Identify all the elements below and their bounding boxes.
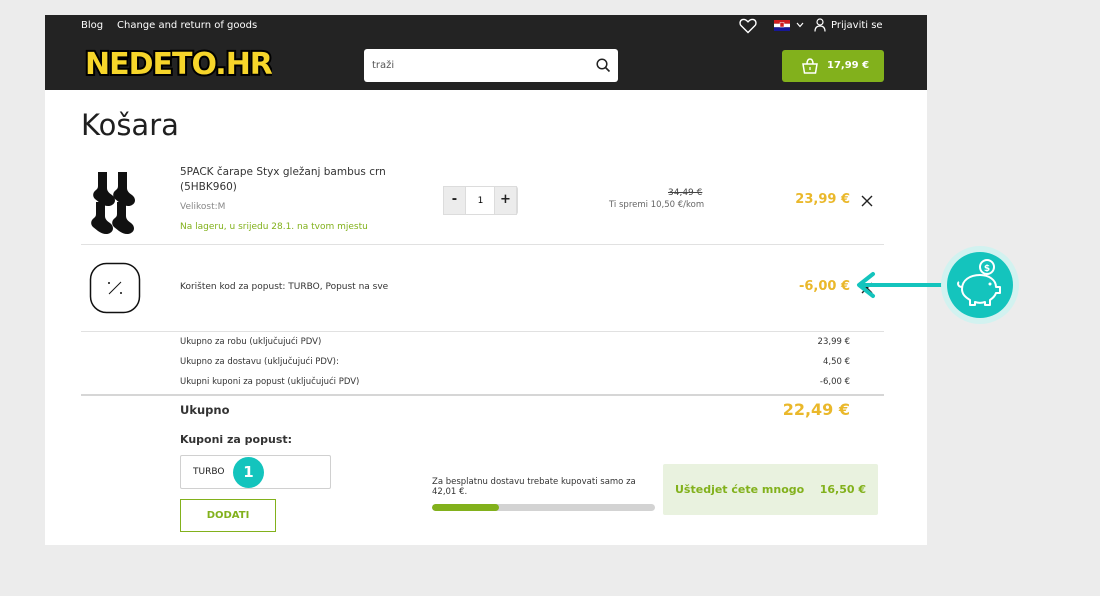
search-icon[interactable]: [596, 58, 611, 73]
search-input[interactable]: [372, 49, 587, 82]
chevron-down-icon[interactable]: [796, 22, 804, 28]
remove-item-close-icon[interactable]: [860, 194, 874, 208]
decrease-quantity-button[interactable]: -: [443, 186, 466, 215]
total-label: Ukupno: [180, 403, 230, 417]
quantity-input[interactable]: [467, 187, 494, 214]
item-price: 23,99 €: [795, 192, 850, 207]
summary-goods-label: Ukupno za robu (uključujući PDV): [180, 337, 322, 347]
divider: [81, 331, 884, 332]
old-price: 34,49 €: [668, 188, 703, 198]
discount-percent-icon: [89, 262, 141, 314]
search-box: [364, 49, 618, 82]
arrow-left-icon: [857, 272, 950, 298]
login-link[interactable]: Prijaviti se: [831, 20, 883, 31]
summary-delivery-label: Ukupno za dostavu (uključujući PDV):: [180, 357, 339, 367]
site-logo[interactable]: NEDETO.HR: [82, 42, 272, 86]
logo-text: NEDETO.HR: [85, 47, 272, 82]
product-size: Velikost:M: [180, 202, 226, 212]
site-header: Blog Change and return of goods Prijavit…: [45, 15, 927, 90]
stock-status: Na lageru, u srijedu 28.1. na tvom mjest…: [180, 222, 368, 232]
free-shipping-amount: 42,01 €.: [432, 487, 468, 497]
product-name[interactable]: 5PACK čarape Styx gležanj bambus crn: [180, 166, 386, 178]
shopping-basket-icon: [802, 58, 818, 74]
svg-text:$: $: [984, 264, 990, 274]
heart-icon[interactable]: [739, 18, 757, 34]
summary-delivery-value: 4,50 €: [822, 357, 850, 367]
piggy-bank-icon: $: [941, 246, 1019, 324]
coupon-heading: Kuponi za popust:: [180, 433, 293, 446]
product-code: (5HBK960): [180, 181, 237, 193]
returns-link[interactable]: Change and return of goods: [117, 20, 257, 31]
savings-box: Uštedjet ćete mnogo 16,50 €: [663, 464, 878, 515]
socks-product-image[interactable]: [90, 170, 145, 236]
page: Blog Change and return of goods Prijavit…: [45, 15, 927, 545]
divider: [81, 244, 884, 245]
croatia-flag-icon[interactable]: [774, 20, 790, 31]
progress-fill: [432, 504, 499, 511]
total-value: 22,49 €: [782, 400, 850, 419]
summary-coupons-value: -6,00 €: [819, 377, 850, 387]
increase-quantity-button[interactable]: +: [494, 186, 517, 215]
divider: [81, 394, 884, 396]
discount-code-text: Korišten kod za popust: TURBO, Popust na…: [180, 282, 389, 292]
blog-link[interactable]: Blog: [81, 20, 103, 31]
savings-label: Uštedjet ćete mnogo: [675, 483, 805, 496]
cart-button[interactable]: 17,99 €: [782, 50, 884, 82]
page-title: Košara: [81, 108, 179, 142]
user-icon[interactable]: [814, 18, 826, 32]
cart-amount: 17,99 €: [827, 60, 870, 71]
summary-goods-value: 23,99 €: [817, 337, 850, 347]
discount-amount: -6,00 €: [798, 279, 850, 294]
savings-value: 16,50 €: [819, 483, 866, 496]
free-shipping-progress: [432, 504, 655, 511]
add-coupon-button[interactable]: DODATI: [180, 499, 276, 532]
quantity-stepper: - +: [443, 186, 518, 215]
saving-note: Ti spremi 10,50 €/kom: [609, 200, 705, 210]
free-shipping-text: Za besplatnu dostavu trebate kupovati sa…: [432, 477, 636, 487]
summary-coupons-label: Ukupni kuponi za popust (uključujući PDV…: [180, 377, 360, 387]
step-badge: 1: [233, 457, 264, 488]
